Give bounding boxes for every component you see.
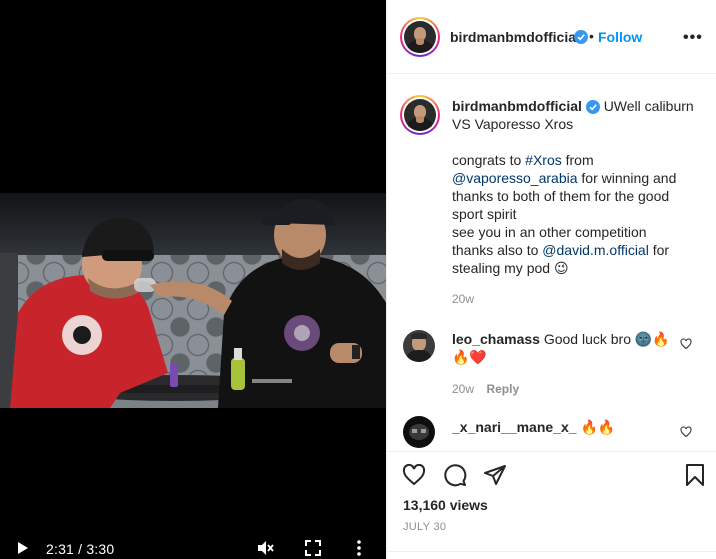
- video-scene: [10, 198, 386, 408]
- caption-line: thanks also to @david.m.official for: [452, 242, 670, 258]
- caption-line: congrats to #Xros from: [452, 152, 594, 168]
- muted-speaker-icon[interactable]: [256, 539, 274, 557]
- comment-username[interactable]: _x_nari__mane_x_: [452, 419, 577, 435]
- caption-avatar[interactable]: [400, 95, 440, 135]
- verified-badge-icon: [574, 30, 588, 44]
- comment-body-continued: 🔥❤️: [452, 349, 487, 365]
- comment-username[interactable]: leo_chamass: [452, 331, 540, 347]
- header-avatar[interactable]: [400, 17, 440, 57]
- comment-timestamp: 20w: [452, 382, 475, 396]
- add-comment-divider: [387, 551, 716, 552]
- comment-text: leo_chamass Good luck bro 🌚🔥 🔥❤️: [452, 330, 682, 366]
- share-paper-plane-icon[interactable]: [483, 463, 507, 487]
- post-header: birdmanbmdofficial • Follow •••: [387, 0, 716, 74]
- caption-line: @vaporesso_arabia for winning and: [452, 170, 677, 186]
- post-details-panel: birdmanbmdofficial • Follow ••• birdmanb…: [386, 0, 716, 559]
- video-controls-bar: 2:31 / 3:30: [0, 536, 386, 559]
- like-comment-heart-icon[interactable]: [680, 338, 692, 350]
- caption-body: congrats to #Xros from @vaporesso_arabia…: [452, 151, 712, 277]
- mention-link[interactable]: @vaporesso_arabia: [452, 170, 578, 186]
- fullscreen-icon[interactable]: [304, 539, 322, 557]
- caption-line: thanks to both of them for the good: [452, 188, 670, 204]
- video-time-display: 2:31 / 3:30: [46, 541, 115, 557]
- save-bookmark-icon[interactable]: [683, 463, 707, 487]
- video-player[interactable]: 2:31 / 3:30: [0, 0, 386, 559]
- caption-line: sport spirit: [452, 206, 517, 222]
- follow-button[interactable]: Follow: [598, 29, 642, 45]
- like-heart-icon[interactable]: [402, 463, 426, 487]
- caption-username[interactable]: birdmanbmdofficial: [452, 98, 582, 114]
- more-options-icon[interactable]: •••: [683, 29, 703, 47]
- comment-meta: 20w Reply: [452, 380, 519, 398]
- view-count[interactable]: 13,160 views: [403, 497, 488, 513]
- video-frame[interactable]: [0, 193, 386, 408]
- like-comment-heart-icon[interactable]: [680, 426, 692, 438]
- caption-timestamp: 20w: [452, 292, 475, 306]
- more-vertical-icon[interactable]: [350, 539, 368, 557]
- comment-bubble-icon[interactable]: [443, 463, 467, 487]
- header-username[interactable]: birdmanbmdofficial: [450, 29, 580, 45]
- comment-body: 🔥🔥: [580, 419, 616, 435]
- follow-separator: •: [589, 28, 594, 44]
- caption-line: see you in an other competition: [452, 224, 647, 240]
- play-icon[interactable]: [18, 542, 28, 554]
- caption-line: stealing my pod 😉: [452, 260, 569, 276]
- comments-section[interactable]: birdmanbmdofficial UWell caliburn VS Vap…: [387, 75, 716, 451]
- wink-emoji: 😉: [553, 260, 569, 276]
- post-actions-section: 13,160 views JULY 30: [387, 451, 716, 559]
- reply-button[interactable]: Reply: [486, 382, 519, 396]
- commenter-avatar[interactable]: [403, 416, 435, 448]
- caption-text: birdmanbmdofficial UWell caliburn VS Vap…: [452, 97, 697, 133]
- caption-verified-badge-icon: [585, 100, 600, 114]
- comment-body: Good luck bro 🌚🔥: [543, 331, 670, 347]
- hashtag-link[interactable]: #Xros: [525, 152, 562, 168]
- post-date: JULY 30: [403, 521, 447, 533]
- mention-link[interactable]: @david.m.official: [542, 242, 649, 258]
- comment-text: _x_nari__mane_x_ 🔥🔥: [452, 418, 682, 436]
- commenter-avatar[interactable]: [403, 330, 435, 362]
